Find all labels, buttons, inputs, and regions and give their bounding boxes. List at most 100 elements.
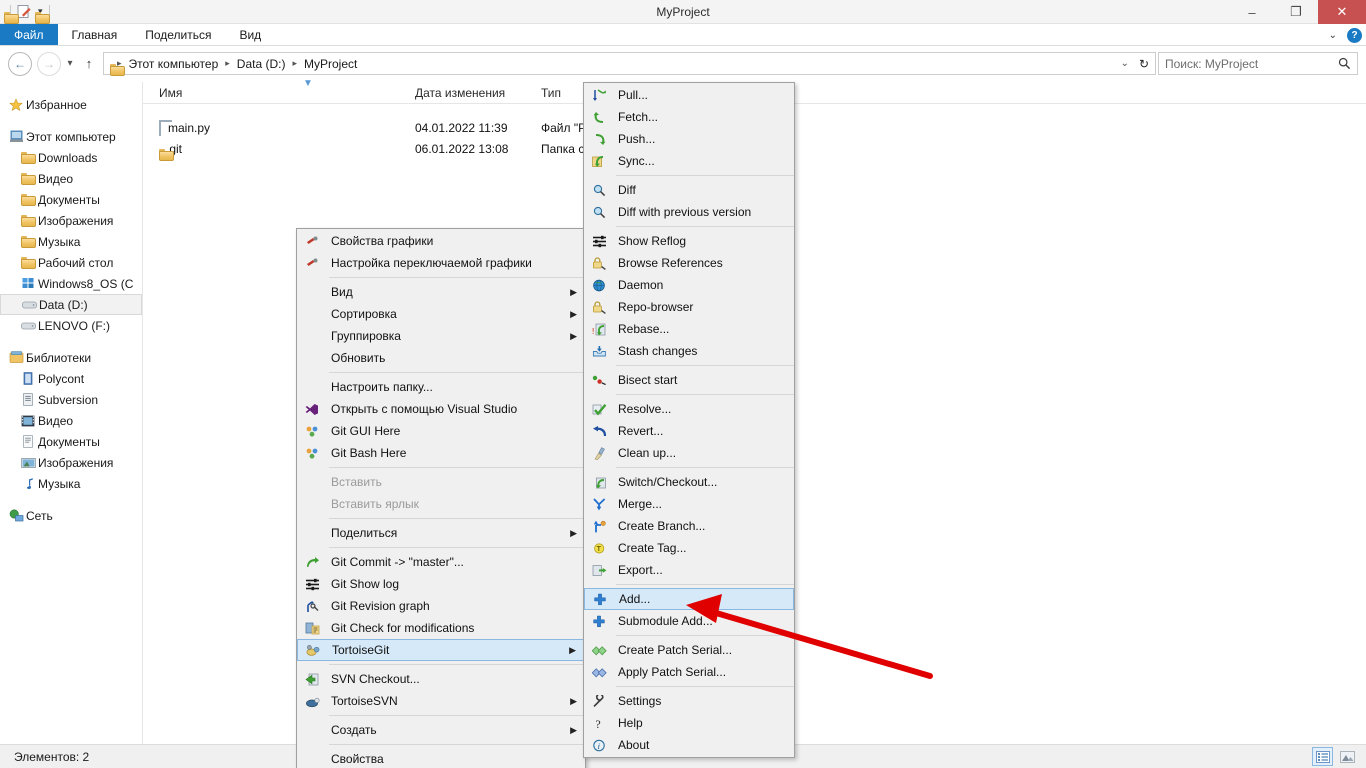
nav-group-this-computer[interactable]: Этот компьютер bbox=[0, 126, 142, 147]
menu-item-git-commit[interactable]: Git Commit -> "master"... bbox=[297, 551, 585, 573]
sidebar-item-windows-drive[interactable]: Windows8_OS (C bbox=[0, 273, 142, 294]
menu-item-settings[interactable]: Settings bbox=[584, 690, 794, 712]
address-dropdown-icon[interactable]: ⌄ bbox=[1121, 58, 1129, 69]
sidebar-item-polycont[interactable]: Polycont bbox=[0, 368, 142, 389]
menu-item-apply-patch-serial[interactable]: Apply Patch Serial... bbox=[584, 661, 794, 683]
sidebar-item-pictures[interactable]: Изображения bbox=[0, 210, 142, 231]
menu-item-customize-folder[interactable]: Настроить папку... bbox=[297, 376, 585, 398]
menu-item-share[interactable]: Поделиться ▶ bbox=[297, 522, 585, 544]
menu-item-browse-references[interactable]: Browse References bbox=[584, 252, 794, 274]
menu-item-switchable-graphics[interactable]: Настройка переключаемой графики bbox=[297, 252, 585, 274]
quick-access-toolbar[interactable]: ▾ bbox=[0, 0, 53, 24]
menu-item-stash-changes[interactable]: Stash changes bbox=[584, 340, 794, 362]
tab-share[interactable]: Поделиться bbox=[131, 24, 225, 45]
menu-item-group[interactable]: Группировка ▶ bbox=[297, 325, 585, 347]
sidebar-item-lenovo-drive[interactable]: LENOVO (F:) bbox=[0, 315, 142, 336]
column-header-date[interactable]: Дата изменения bbox=[415, 86, 505, 100]
sidebar-item-data-drive[interactable]: Data (D:) bbox=[0, 294, 142, 315]
tab-home[interactable]: Главная bbox=[58, 24, 132, 45]
menu-item-fetch[interactable]: Fetch... bbox=[584, 106, 794, 128]
menu-item-pull[interactable]: Pull... bbox=[584, 84, 794, 106]
breadcrumb[interactable]: ▸ Этот компьютер ▸ Data (D:) ▸ MyProject… bbox=[103, 52, 1156, 76]
menu-item-help[interactable]: ? Help bbox=[584, 712, 794, 734]
menu-item-export[interactable]: Export... bbox=[584, 559, 794, 581]
refresh-icon[interactable]: ↻ bbox=[1139, 57, 1149, 71]
menu-item-properties[interactable]: Свойства bbox=[297, 748, 585, 768]
menu-item-svn-checkout[interactable]: SVN Checkout... bbox=[297, 668, 585, 690]
menu-item-repo-browser[interactable]: Repo-browser bbox=[584, 296, 794, 318]
menu-item-open-with-visual-studio[interactable]: Открыть с помощью Visual Studio bbox=[297, 398, 585, 420]
column-header-name[interactable]: Имя bbox=[159, 86, 182, 100]
nav-group-favorites[interactable]: Избранное bbox=[0, 94, 142, 115]
menu-item-sync[interactable]: Sync... bbox=[584, 150, 794, 172]
close-button[interactable]: ✕ bbox=[1318, 0, 1366, 24]
explorer-context-menu[interactable]: Свойства графики Настройка переключаемой… bbox=[296, 228, 586, 768]
recent-locations-icon[interactable]: ▾ bbox=[61, 58, 79, 69]
maximize-button[interactable]: ❐ bbox=[1274, 0, 1318, 24]
search-input[interactable]: Поиск: MyProject bbox=[1165, 57, 1258, 71]
menu-item-daemon[interactable]: Daemon bbox=[584, 274, 794, 296]
tab-file[interactable]: Файл bbox=[0, 24, 58, 45]
sidebar-item-subversion[interactable]: Subversion bbox=[0, 389, 142, 410]
sidebar-item-documents-library[interactable]: Документы bbox=[0, 431, 142, 452]
menu-item-diff-previous-version[interactable]: Diff with previous version bbox=[584, 201, 794, 223]
menu-item-refresh[interactable]: Обновить bbox=[297, 347, 585, 369]
menu-item-view[interactable]: Вид ▶ bbox=[297, 281, 585, 303]
sidebar-item-desktop[interactable]: Рабочий стол bbox=[0, 252, 142, 273]
menu-item-resolve[interactable]: Resolve... bbox=[584, 398, 794, 420]
sidebar-item-music-library[interactable]: Музыка bbox=[0, 473, 142, 494]
tortoisegit-submenu[interactable]: Pull... Fetch... Push... Sync... Diff Di… bbox=[583, 82, 795, 758]
tab-view[interactable]: Вид bbox=[225, 24, 275, 45]
forward-button[interactable]: → bbox=[37, 51, 61, 76]
chevron-down-icon[interactable]: ⌄ bbox=[1329, 30, 1337, 41]
nav-group-libraries[interactable]: Библиотеки bbox=[0, 347, 142, 368]
menu-item-git-revision-graph[interactable]: Git Revision graph bbox=[297, 595, 585, 617]
sidebar-item-pictures-library[interactable]: Изображения bbox=[0, 452, 142, 473]
menu-item-show-reflog[interactable]: Show Reflog bbox=[584, 230, 794, 252]
menu-item-push[interactable]: Push... bbox=[584, 128, 794, 150]
sidebar-item-video[interactable]: Видео bbox=[0, 168, 142, 189]
menu-item-git-bash-here[interactable]: Git Bash Here bbox=[297, 442, 585, 464]
sidebar-item-video-library[interactable]: Видео bbox=[0, 410, 142, 431]
menu-item-add[interactable]: Add... bbox=[584, 588, 794, 610]
menu-item-merge[interactable]: Merge... bbox=[584, 493, 794, 515]
menu-item-clean-up[interactable]: Clean up... bbox=[584, 442, 794, 464]
menu-item-graphics-properties[interactable]: Свойства графики bbox=[297, 230, 585, 252]
menu-item-rebase[interactable]: ! Rebase... bbox=[584, 318, 794, 340]
address-bar: ← → ▾ ↑ ▸ Этот компьютер ▸ Data (D:) ▸ M… bbox=[0, 47, 1366, 80]
window-controls[interactable]: – ❐ ✕ bbox=[1230, 0, 1366, 24]
sidebar-item-music[interactable]: Музыка bbox=[0, 231, 142, 252]
up-button[interactable]: ↑ bbox=[79, 56, 99, 71]
menu-item-tortoisegit[interactable]: TortoiseGit ▶ bbox=[297, 639, 585, 661]
breadcrumb-item-myproject[interactable]: MyProject bbox=[302, 57, 359, 71]
sidebar-item-downloads[interactable]: Downloads bbox=[0, 147, 142, 168]
breadcrumb-item-computer[interactable]: Этот компьютер bbox=[127, 57, 221, 71]
help-icon[interactable]: ? bbox=[1347, 27, 1362, 43]
menu-item-git-check-modifications[interactable]: Git Check for modifications bbox=[297, 617, 585, 639]
nav-group-network[interactable]: Сеть bbox=[0, 505, 142, 526]
menu-item-new[interactable]: Создать ▶ bbox=[297, 719, 585, 741]
menu-item-git-gui-here[interactable]: Git GUI Here bbox=[297, 420, 585, 442]
menu-item-create-branch[interactable]: Create Branch... bbox=[584, 515, 794, 537]
menu-item-sort[interactable]: Сортировка ▶ bbox=[297, 303, 585, 325]
breadcrumb-item-data[interactable]: Data (D:) bbox=[235, 57, 288, 71]
menu-item-switch-checkout[interactable]: Switch/Checkout... bbox=[584, 471, 794, 493]
large-icons-view-icon[interactable] bbox=[1337, 747, 1358, 766]
column-header-type[interactable]: Тип bbox=[541, 86, 561, 100]
menu-item-create-tag[interactable]: T Create Tag... bbox=[584, 537, 794, 559]
details-view-icon[interactable] bbox=[1312, 747, 1333, 766]
menu-item-create-patch-serial[interactable]: Create Patch Serial... bbox=[584, 639, 794, 661]
menu-item-diff[interactable]: Diff bbox=[584, 179, 794, 201]
menu-item-about[interactable]: i About bbox=[584, 734, 794, 756]
search-box[interactable]: Поиск: MyProject bbox=[1158, 52, 1358, 75]
sidebar-item-documents[interactable]: Документы bbox=[0, 189, 142, 210]
menu-item-submodule-add[interactable]: Submodule Add... bbox=[584, 610, 794, 632]
back-button[interactable]: ← bbox=[8, 51, 32, 76]
menu-item-tortoisesvn[interactable]: TortoiseSVN ▶ bbox=[297, 690, 585, 712]
menu-item-revert[interactable]: Revert... bbox=[584, 420, 794, 442]
menu-item-bisect-start[interactable]: Bisect start bbox=[584, 369, 794, 391]
properties-icon[interactable] bbox=[17, 5, 32, 18]
search-icon[interactable] bbox=[1338, 57, 1351, 70]
menu-item-git-show-log[interactable]: Git Show log bbox=[297, 573, 585, 595]
minimize-button[interactable]: – bbox=[1230, 0, 1274, 24]
